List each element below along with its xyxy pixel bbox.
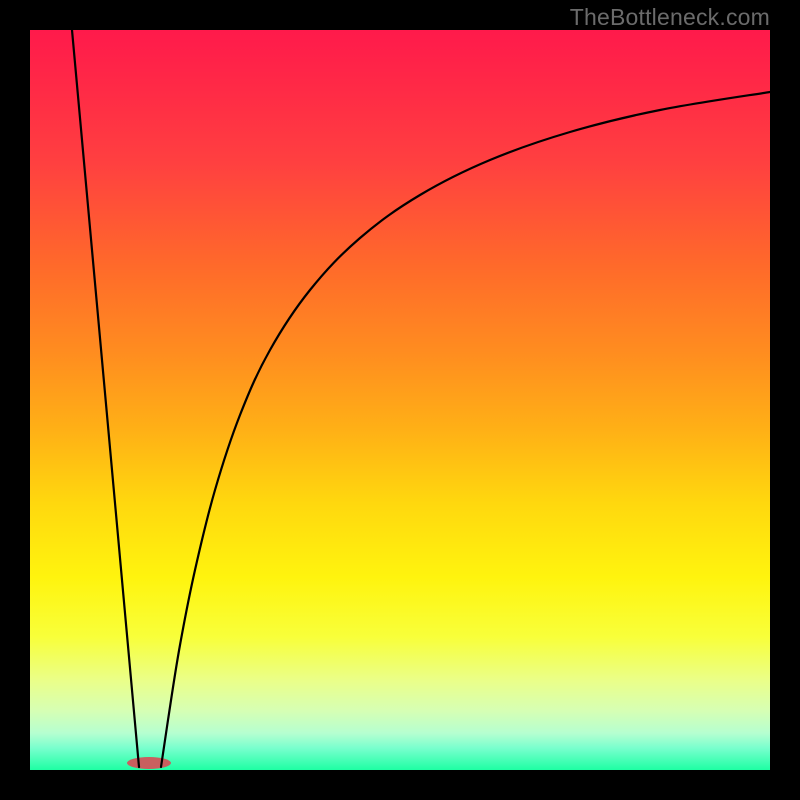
left-branch-line <box>72 30 139 767</box>
right-branch-curve <box>161 92 770 767</box>
chart-frame: TheBottleneck.com <box>0 0 800 800</box>
plot-area <box>30 30 770 770</box>
watermark-text: TheBottleneck.com <box>570 4 770 31</box>
minimum-marker <box>127 757 171 769</box>
plot-svg <box>30 30 770 770</box>
